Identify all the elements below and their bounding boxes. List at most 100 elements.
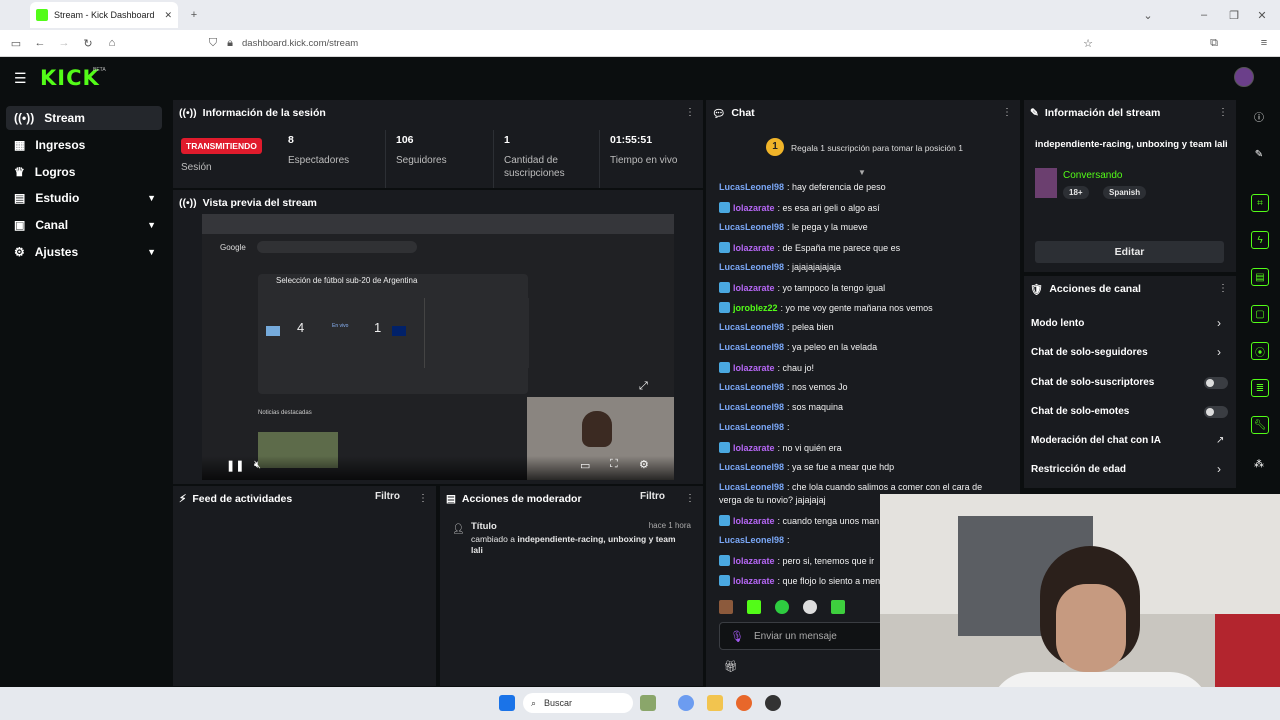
chat-input[interactable]: 🎙︎ Enviar un mensaje: [719, 622, 889, 650]
chat-username[interactable]: lolazarate: [733, 203, 775, 213]
browser-tab[interactable]: Stream - Kick Dashboard ✕: [30, 2, 178, 28]
promo-text[interactable]: Regala 1 suscripción para tomar la posic…: [791, 143, 963, 153]
chat-username[interactable]: lolazarate: [733, 283, 775, 293]
category-link[interactable]: Conversando: [1063, 170, 1122, 181]
fullscreen-icon[interactable]: ⛶: [610, 458, 618, 471]
chevron-right-icon[interactable]: ›: [1217, 316, 1221, 330]
chat-username[interactable]: joroblez22: [733, 303, 778, 313]
mute-icon[interactable]: 🔇︎: [254, 459, 261, 472]
chat-username[interactable]: lolazarate: [733, 576, 775, 586]
chat-username[interactable]: LucasLeonel98: [719, 482, 784, 492]
chat-username[interactable]: lolazarate: [733, 443, 775, 453]
emote-icon[interactable]: [719, 600, 733, 614]
kebab-menu-icon[interactable]: ⋮: [418, 493, 428, 504]
crop-icon[interactable]: ⌗: [1251, 194, 1269, 212]
sidebar-item-logros[interactable]: ♛ Logros: [6, 160, 162, 184]
chat-username[interactable]: lolazarate: [733, 516, 775, 526]
shield-icon[interactable]: ⛉: [205, 35, 221, 51]
bookmark-star-icon[interactable]: ☆: [1080, 35, 1096, 51]
hamburger-menu-icon[interactable]: ☰: [14, 70, 27, 87]
option-age-restriction[interactable]: Restricción de edad: [1031, 464, 1126, 475]
file-explorer-icon[interactable]: [707, 695, 723, 711]
home-icon[interactable]: ⌂: [104, 35, 120, 51]
chevron-down-icon[interactable]: ▼: [858, 168, 866, 177]
theater-mode-icon[interactable]: ▭: [580, 459, 590, 472]
emote-icon[interactable]: [747, 600, 761, 614]
forward-icon[interactable]: →: [56, 35, 72, 51]
chat-bubble-icon[interactable]: ▢: [1251, 305, 1269, 323]
sidebar-toggle-icon[interactable]: ▭: [8, 35, 24, 51]
gift-icon[interactable]: 🎁︎: [724, 660, 738, 673]
nodes-icon[interactable]: ⁂: [1251, 456, 1267, 472]
chat-username[interactable]: LucasLeonel98: [719, 262, 784, 272]
chat-username[interactable]: LucasLeonel98: [719, 422, 784, 432]
chat-username[interactable]: LucasLeonel98: [719, 322, 784, 332]
new-tab-icon[interactable]: +: [186, 7, 202, 23]
broadcast-icon[interactable]: ⦿: [1251, 342, 1269, 360]
bolt-icon[interactable]: ϟ: [1251, 231, 1269, 249]
minimize-icon[interactable]: –: [1196, 7, 1212, 23]
mod-filter-button[interactable]: Filtro: [640, 491, 665, 502]
sidebar-item-ajustes[interactable]: ⚙ Ajustes ▼: [6, 240, 162, 264]
sidebar-item-canal[interactable]: ▣ Canal ▼: [6, 213, 162, 237]
taskbar-search[interactable]: ⌕ Buscar: [523, 693, 633, 713]
kebab-menu-icon[interactable]: ⋮: [1218, 283, 1228, 294]
emote-icon[interactable]: [775, 600, 789, 614]
chat-username[interactable]: lolazarate: [733, 243, 775, 253]
stream-video[interactable]: Google Selección de fútbol sub-20 de Arg…: [202, 214, 674, 480]
menu-icon[interactable]: ≡: [1256, 35, 1272, 51]
extensions-icon[interactable]: ⧉: [1206, 35, 1222, 51]
firefox-icon[interactable]: [736, 695, 752, 711]
chevron-right-icon[interactable]: ›: [1217, 345, 1221, 359]
sidebar-item-stream[interactable]: ((•)) Stream: [6, 106, 162, 130]
reload-icon[interactable]: ↻: [80, 35, 96, 51]
close-tab-icon[interactable]: ✕: [164, 10, 172, 21]
chat-username[interactable]: LucasLeonel98: [719, 382, 784, 392]
microphone-icon[interactable]: 🎙︎: [730, 630, 744, 643]
feed-filter-button[interactable]: Filtro: [375, 491, 400, 502]
kebab-menu-icon[interactable]: ⋮: [1002, 107, 1012, 118]
sidebar-item-ingresos[interactable]: ▦ Ingresos: [6, 133, 162, 157]
chat-username[interactable]: LucasLeonel98: [719, 462, 784, 472]
obs-icon[interactable]: [765, 695, 781, 711]
close-window-icon[interactable]: ✕: [1254, 7, 1270, 23]
popout-icon[interactable]: ⤢: [639, 380, 648, 393]
chat-username[interactable]: lolazarate: [733, 556, 775, 566]
settings-gear-icon[interactable]: ⚙: [639, 458, 649, 471]
document-icon[interactable]: ▤: [1251, 268, 1269, 286]
kebab-menu-icon[interactable]: ⋮: [685, 493, 695, 504]
option-followers-only[interactable]: Chat de solo-seguidores: [1031, 347, 1148, 358]
sidebar-item-estudio[interactable]: ▤ Estudio ▼: [6, 186, 162, 210]
info-icon[interactable]: ⓘ: [1251, 108, 1267, 124]
user-avatar[interactable]: [1234, 67, 1254, 87]
chat-username[interactable]: LucasLeonel98: [719, 182, 784, 192]
kick-logo[interactable]: KICK: [40, 66, 100, 90]
tab-list-icon[interactable]: ⌄: [1140, 7, 1156, 23]
chevron-right-icon[interactable]: ›: [1217, 462, 1221, 476]
edit-button[interactable]: Editar: [1035, 241, 1224, 263]
kebab-menu-icon[interactable]: ⋮: [685, 107, 695, 118]
pause-icon[interactable]: ❚❚: [226, 459, 244, 472]
widget-icon[interactable]: [640, 695, 656, 711]
pencil-icon[interactable]: ✎: [1251, 146, 1267, 162]
external-link-icon[interactable]: ↗: [1216, 435, 1224, 446]
maximize-icon[interactable]: ❐: [1226, 7, 1242, 23]
emote-icon[interactable]: [831, 600, 845, 614]
back-icon[interactable]: ←: [32, 35, 48, 51]
emotes-only-toggle[interactable]: [1204, 406, 1228, 418]
chat-username[interactable]: LucasLeonel98: [719, 342, 784, 352]
windows-start-icon[interactable]: [499, 695, 515, 711]
kebab-menu-icon[interactable]: ⋮: [1218, 107, 1228, 118]
chat-username[interactable]: lolazarate: [733, 363, 775, 373]
emote-icon[interactable]: [803, 600, 817, 614]
copilot-icon[interactable]: [678, 695, 694, 711]
chat-username[interactable]: LucasLeonel98: [719, 222, 784, 232]
wrench-icon[interactable]: 🔧︎: [1251, 416, 1269, 434]
option-slow-mode[interactable]: Modo lento: [1031, 318, 1084, 329]
chat-username[interactable]: LucasLeonel98: [719, 535, 784, 545]
url-bar[interactable]: dashboard.kick.com/stream: [200, 33, 1100, 53]
option-ai-moderation[interactable]: Moderación del chat con IA: [1031, 435, 1161, 446]
list-icon[interactable]: ≣: [1251, 379, 1269, 397]
chat-username[interactable]: LucasLeonel98: [719, 402, 784, 412]
subscribers-only-toggle[interactable]: [1204, 377, 1228, 389]
